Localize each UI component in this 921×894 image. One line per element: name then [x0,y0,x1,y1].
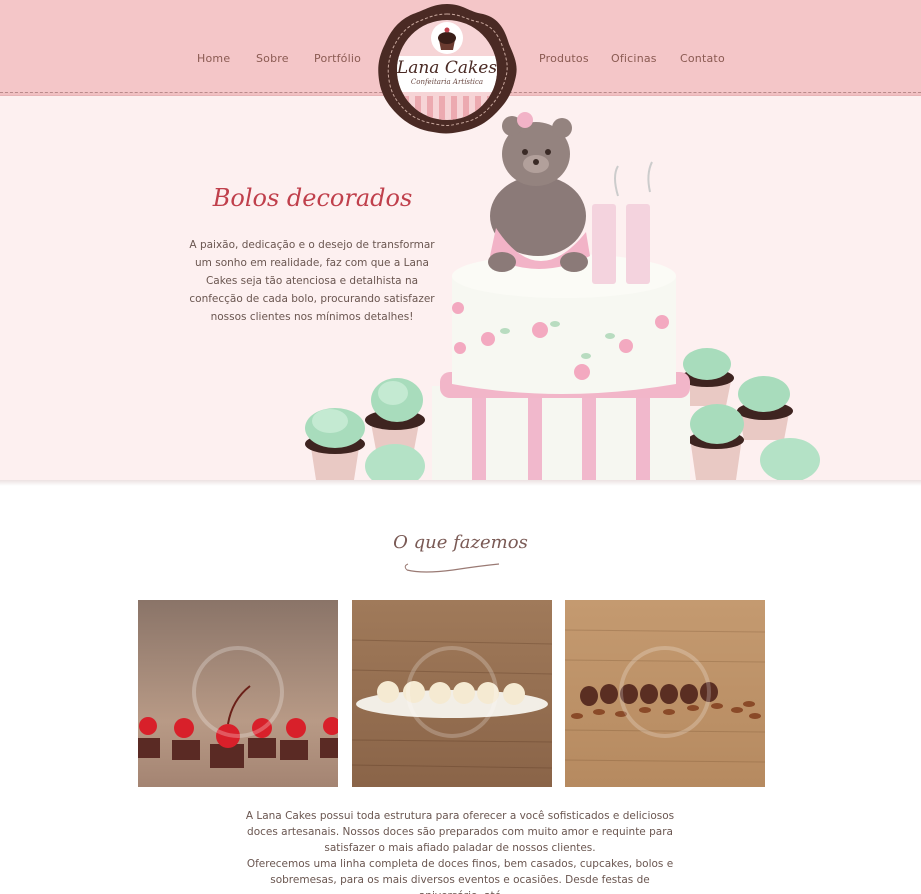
cupcake-left-3 [365,444,425,480]
photo-chocolate-pecan[interactable] [565,600,765,787]
section-title: O que fazemos [393,532,528,553]
nav-oficinas[interactable]: Oficinas [611,52,657,65]
cupcake-right-4 [760,438,820,480]
section-paragraph-2: Oferecemos uma linha completa de doces f… [246,858,674,894]
photo-coconut-candies[interactable] [352,600,552,787]
nav-sobre[interactable]: Sobre [256,52,289,65]
cupcake-icon [431,22,463,54]
nav-portfolio[interactable]: Portfólio [314,52,361,65]
hero-description: A paixão, dedicação e o desejo de transf… [189,239,435,323]
cupcake-right-2 [737,376,793,440]
decorative-flourish [404,563,500,573]
nav-home[interactable]: Home [197,52,230,65]
hero-bottom-shadow [0,480,921,486]
hero-title: Bolos decorados [212,184,413,212]
teddy-bear-topper [488,112,590,272]
photo-cherry-bonbons[interactable] [138,600,338,787]
cupcake-left-1 [305,408,365,480]
section-description: A Lana Cakes possui toda estrutura para … [240,808,680,894]
nav-contato[interactable]: Contato [680,52,725,65]
nav-produtos[interactable]: Produtos [539,52,589,65]
cupcake-right-3 [688,404,744,480]
logo-name: Lana Cakes [396,58,498,78]
cupcake-left-2 [365,378,425,450]
logo-tagline: Confeitaria Artística [410,78,484,86]
section-paragraph-1: A Lana Cakes possui toda estrutura para … [245,810,675,854]
